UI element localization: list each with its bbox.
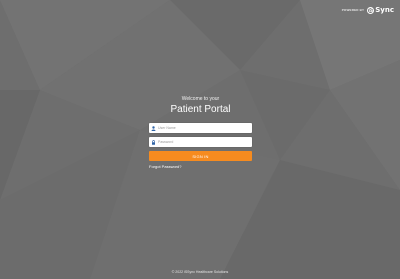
- welcome-text: Welcome to your: [181, 96, 220, 102]
- brand-header: POWERED BY iS Sync: [342, 6, 394, 14]
- username-field[interactable]: [149, 123, 252, 133]
- username-input[interactable]: [158, 124, 248, 132]
- logo-mark-icon: iS: [367, 6, 375, 14]
- user-icon: [149, 125, 158, 131]
- lock-icon: [149, 139, 158, 145]
- sign-in-button[interactable]: SIGN IN: [149, 151, 252, 161]
- logo-text: Sync: [375, 6, 394, 14]
- powered-by-label: POWERED BY: [341, 8, 365, 12]
- brand-logo: iS Sync: [367, 6, 394, 14]
- forgot-password-link[interactable]: Forgot Password?: [149, 164, 252, 169]
- login-panel: Welcome to your Patient Portal SIGN IN F…: [149, 96, 252, 169]
- password-field[interactable]: [149, 137, 252, 147]
- password-input[interactable]: [158, 138, 248, 146]
- footer-copyright: © 2022 iSSync Healthcare Solutions: [171, 270, 229, 274]
- page-title: Patient Portal: [170, 104, 231, 115]
